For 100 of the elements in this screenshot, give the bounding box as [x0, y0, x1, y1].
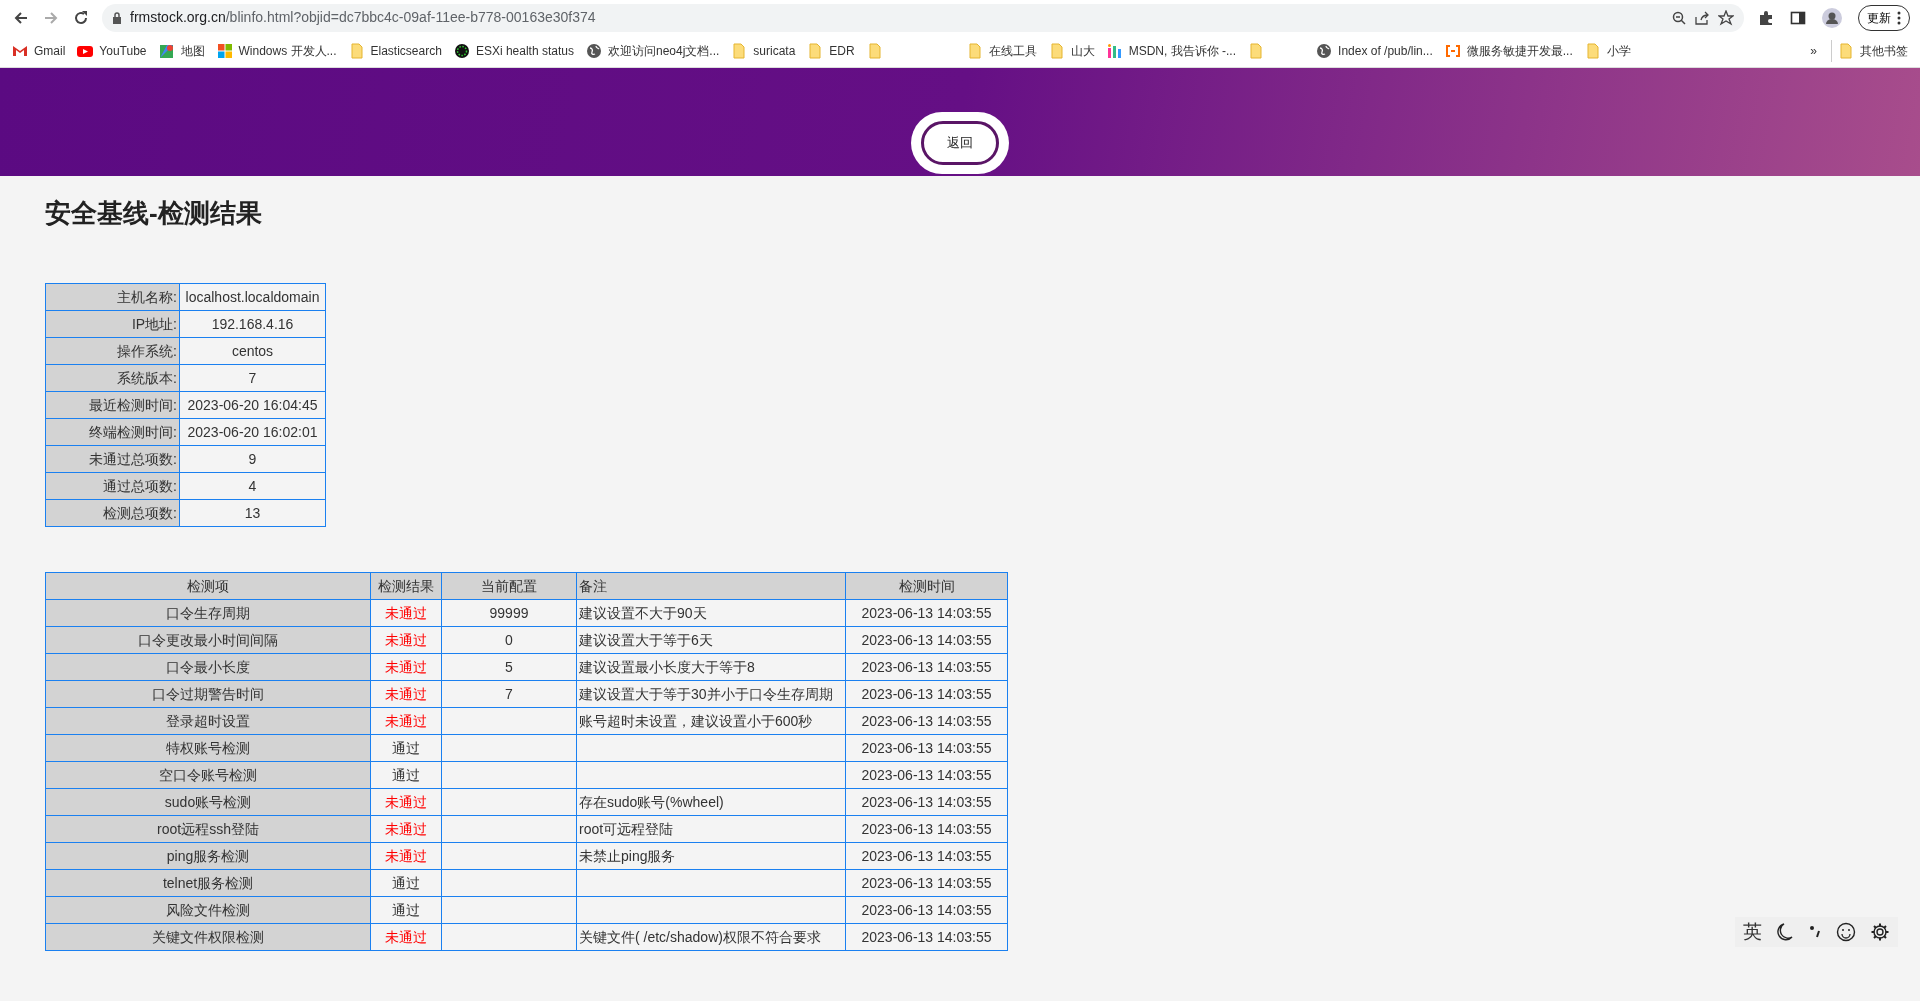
table-cell: 7 [441, 680, 577, 708]
bookmark[interactable]: 地图 [152, 40, 211, 62]
field-value: 4 [179, 472, 326, 500]
share-icon[interactable] [1694, 10, 1710, 25]
url-text: frmstock.org.cn/blinfo.html?objid=dc7bbc4c-09af-11ee-b778-00163e30f374 [130, 8, 596, 27]
table-cell: 口令更改最小时间间隔 [45, 626, 371, 654]
table-cell: 未通过 [370, 626, 442, 654]
settings-icon[interactable] [1870, 922, 1890, 942]
column-header: 检测时间 [845, 572, 1008, 600]
table-cell: 2023-06-13 14:03:55 [845, 842, 1008, 870]
more-bookmarks-button[interactable]: » [1804, 40, 1823, 62]
table-cell: 建议设置大于等于6天 [576, 626, 846, 654]
windows-icon [216, 43, 233, 59]
bookmark[interactable]: EDR [801, 40, 861, 62]
folder-icon [1248, 43, 1265, 59]
address-bar[interactable]: frmstock.org.cn/blinfo.html?objid=dc7bbc4c-09af-11ee-b778-00163e30f374 [102, 3, 1744, 32]
bookmark[interactable]: MSDN, 我告诉你 -... [1100, 40, 1243, 62]
table-cell: 2023-06-13 14:03:55 [845, 815, 1008, 843]
table-cell: 未通过 [370, 923, 442, 951]
field-label: 未通过总项数: [45, 445, 180, 473]
bracket-icon [1444, 43, 1461, 59]
table-cell: 口令过期警告时间 [45, 680, 371, 708]
field-label: 主机名称: [45, 283, 180, 311]
globe-icon [585, 43, 602, 59]
bars-icon [1106, 43, 1123, 59]
table-cell: 登录超时设置 [45, 707, 371, 735]
table-cell: 2023-06-13 14:03:55 [845, 788, 1008, 816]
table-cell: 关键文件( /etc/shadow)权限不符合要求 [576, 923, 846, 951]
table-cell: 建议设置不大于90天 [576, 599, 846, 627]
update-button[interactable]: 更新 [1858, 4, 1910, 31]
table-cell: 未通过 [370, 815, 442, 843]
folder-icon [1584, 43, 1601, 59]
input-mode-toggle[interactable]: 英 [1743, 917, 1762, 947]
table-cell: 通过 [370, 869, 442, 897]
field-label: 操作系统: [45, 337, 180, 365]
table-cell: 0 [441, 626, 577, 654]
back-button[interactable]: 返回 [921, 121, 999, 165]
folder-icon [866, 43, 883, 59]
table-cell: 未通过 [370, 653, 442, 681]
zoom-icon[interactable] [1672, 10, 1686, 25]
bookmark[interactable]: 小学 [1578, 40, 1637, 62]
page-title: 安全基线-检测结果 [45, 197, 263, 230]
mail-icon [12, 43, 28, 59]
moon-icon[interactable] [1776, 922, 1794, 942]
table-cell: 99999 [441, 599, 577, 627]
column-header: 当前配置 [441, 572, 577, 600]
bookmark[interactable]: 欢迎访问neo4j文档... [579, 40, 726, 62]
table-cell: 未通过 [370, 599, 442, 627]
table-cell: 2023-06-13 14:03:55 [845, 896, 1008, 924]
bookmark[interactable]: 在线工具 [960, 40, 1043, 62]
reload-icon [73, 9, 89, 26]
bookmark[interactable]: suricata [725, 40, 802, 62]
folder-icon [966, 43, 983, 59]
side-panel-icon[interactable] [1790, 9, 1806, 26]
bookmark[interactable]: 山大 [1042, 40, 1101, 62]
table-cell: 未通过 [370, 680, 442, 708]
smiley-icon[interactable] [1836, 922, 1856, 942]
field-value: 192.168.4.16 [179, 310, 326, 338]
field-value: 13 [179, 499, 326, 527]
table-cell: root远程ssh登陆 [45, 815, 371, 843]
table-cell: 特权账号检测 [45, 734, 371, 762]
table-cell: 口令最小长度 [45, 653, 371, 681]
table-cell: 通过 [370, 896, 442, 924]
table-cell: 通过 [370, 734, 442, 762]
field-label: 终端检测时间: [45, 418, 180, 446]
bookmark[interactable]: 微服务敏捷开发最... [1438, 40, 1579, 62]
table-cell: 2023-06-13 14:03:55 [845, 869, 1008, 897]
table-cell: 未通过 [370, 842, 442, 870]
table-cell: 未通过 [370, 707, 442, 735]
table-cell: 2023-06-13 14:03:55 [845, 734, 1008, 762]
table-cell: 2023-06-13 14:03:55 [845, 653, 1008, 681]
folder-icon [1048, 43, 1065, 59]
table-cell: 建议设置最小长度大于等于8 [576, 653, 846, 681]
bookmark[interactable]: 其他书签 [1831, 40, 1914, 62]
table-cell: 账号超时未设置，建议设置小于600秒 [576, 707, 846, 735]
bookmark[interactable]: Index of /pub/lin... [1310, 40, 1439, 62]
bookmark[interactable]: Gmail [6, 40, 72, 62]
lock-icon [112, 11, 122, 24]
bookmark[interactable]: YouTube [71, 40, 153, 62]
field-value: 9 [179, 445, 326, 473]
star-icon[interactable] [1718, 9, 1734, 26]
table-cell: 存在sudo账号(%wheel) [576, 788, 846, 816]
bookmark[interactable]: Elasticsearch [342, 40, 448, 62]
table-cell: 5 [441, 653, 577, 681]
table-cell: telnet服务检测 [45, 869, 371, 897]
table-cell: 建议设置大于等于30并小于口令生存周期 [576, 680, 846, 708]
column-header: 备注 [576, 572, 846, 600]
profile-icon[interactable] [1822, 7, 1842, 28]
table-cell: 2023-06-13 14:03:55 [845, 626, 1008, 654]
field-label: 检测总项数: [45, 499, 180, 527]
bookmark[interactable]: ESXi health status [447, 40, 580, 62]
table-cell: 2023-06-13 14:03:55 [845, 599, 1008, 627]
bookmark[interactable]: Windows 开发人... [210, 40, 343, 62]
field-label: 系统版本: [45, 364, 180, 392]
table-cell: 关键文件权限检测 [45, 923, 371, 951]
puzzle-icon[interactable] [1758, 9, 1774, 26]
map-pin-icon [158, 43, 175, 59]
table-cell: 2023-06-13 14:03:55 [845, 761, 1008, 789]
table-cell: sudo账号检测 [45, 788, 371, 816]
more-icon [1897, 10, 1901, 25]
